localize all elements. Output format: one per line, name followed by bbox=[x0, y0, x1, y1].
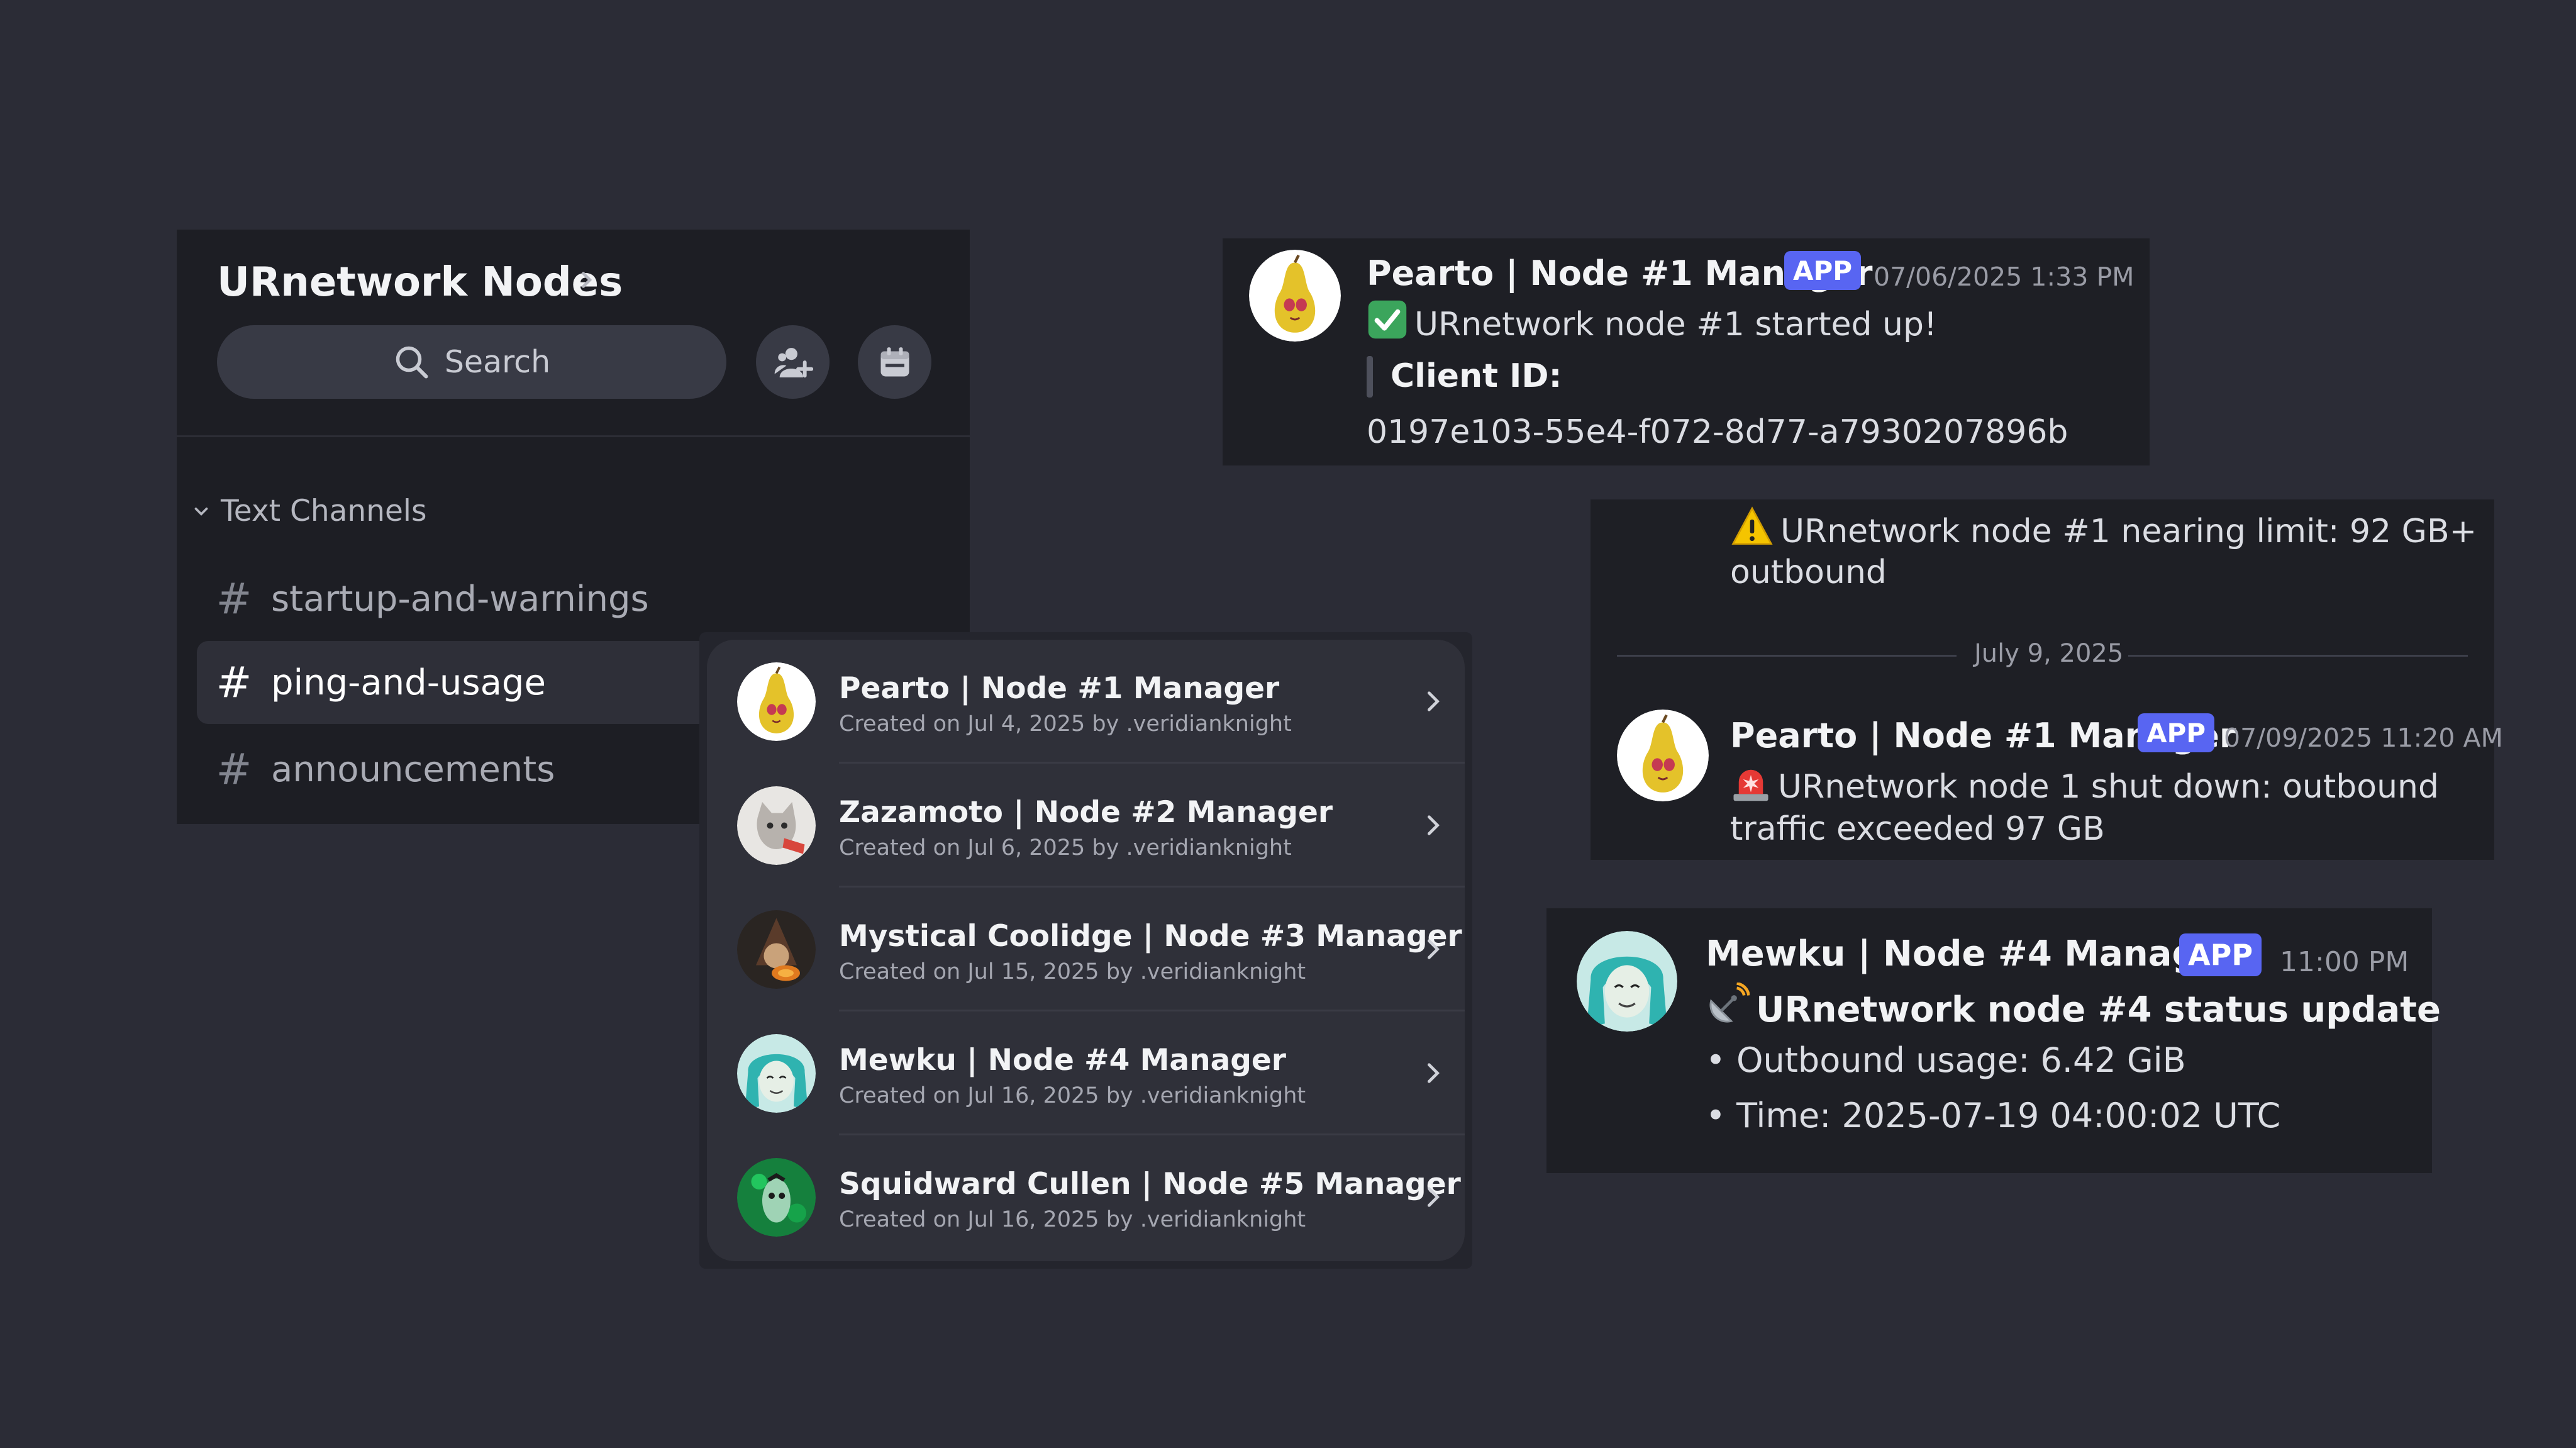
channel-startup-and-warnings[interactable]: # startup-and-warnings bbox=[197, 557, 970, 640]
quote-bar bbox=[1367, 356, 1373, 398]
bot-list: Pearto | Node #1 Manager Created on Jul … bbox=[707, 640, 1465, 1261]
list-item-bot[interactable]: Mewku | Node #4 Manager Created on Jul 1… bbox=[707, 1011, 1465, 1135]
message-timestamp: 07/09/2025 11:20 AM bbox=[2224, 723, 2503, 753]
list-item-bot[interactable]: Squidward Cullen | Node #5 Manager Creat… bbox=[707, 1135, 1465, 1259]
channel-name: startup-and-warnings bbox=[271, 578, 649, 620]
server-name[interactable]: URnetwork Nodes bbox=[217, 259, 623, 306]
teal-hair-avatar[interactable] bbox=[1577, 931, 1677, 1032]
invite-people-button[interactable] bbox=[756, 325, 830, 399]
satellite-antenna-icon bbox=[1709, 983, 1750, 1023]
list-item-bot[interactable]: Zazamoto | Node #2 Manager Created on Ju… bbox=[707, 764, 1465, 888]
warning-text: URnetwork node #1 nearing limit: 92 GB+ bbox=[1780, 513, 2477, 550]
chevron-right-icon bbox=[1428, 1063, 1440, 1083]
pear-avatar[interactable] bbox=[1249, 250, 1341, 342]
status-time: • Time: 2025-07-19 04:00:02 UTC bbox=[1706, 1096, 2281, 1135]
message-line: URnetwork node 1 shut down: outbound bbox=[1730, 761, 2439, 806]
pear-avatar[interactable] bbox=[1617, 710, 1709, 801]
app-badge: APP bbox=[2179, 933, 2262, 976]
search-label: Search bbox=[444, 344, 551, 380]
check-mark-icon bbox=[1368, 300, 1407, 339]
message-status-update: Mewku | Node #4 Manager APP 11:00 PM URn… bbox=[1546, 908, 2441, 1173]
search-icon bbox=[396, 346, 428, 378]
bot-name: Zazamoto | Node #2 Manager bbox=[839, 795, 1333, 830]
teal-hair-avatar bbox=[737, 1034, 816, 1113]
status-heading: URnetwork node #4 status update bbox=[1756, 989, 2441, 1030]
green-avatar bbox=[737, 1158, 816, 1237]
pear-avatar bbox=[737, 662, 816, 741]
app-badge: APP bbox=[2138, 713, 2215, 752]
message-heading: URnetwork node #4 status update bbox=[1706, 983, 2441, 1030]
message-timestamp: 11:00 PM bbox=[2280, 946, 2409, 978]
bot-name: Mystical Coolidge | Node #3 Manager bbox=[839, 919, 1462, 954]
chevron-right-icon bbox=[1428, 691, 1440, 711]
calendar-icon bbox=[880, 347, 909, 376]
siren-icon bbox=[1733, 769, 1768, 801]
date-divider-line bbox=[1617, 655, 1957, 657]
bot-created: Created on Jul 4, 2025 by .veridianknigh… bbox=[839, 711, 1292, 737]
events-button[interactable] bbox=[858, 325, 931, 399]
shutdown-text-cont: traffic exceeded 97 GB bbox=[1730, 810, 2105, 848]
shutdown-text: URnetwork node 1 shut down: outbound bbox=[1778, 768, 2439, 806]
category-text-channels[interactable]: Text Channels bbox=[191, 494, 426, 528]
hash-icon: # bbox=[216, 744, 252, 794]
app-badge: APP bbox=[1784, 251, 1862, 290]
message-line: URnetwork node #1 started up! bbox=[1367, 299, 1937, 343]
message-author[interactable]: Mewku | Node #4 Manager bbox=[1706, 933, 2238, 974]
bot-name: Mewku | Node #4 Manager bbox=[839, 1043, 1286, 1078]
add-user-icon bbox=[774, 347, 813, 377]
bot-created: Created on Jul 16, 2025 by .veridianknig… bbox=[839, 1083, 1306, 1108]
message-timestamp: 07/06/2025 1:33 PM bbox=[1874, 262, 2135, 292]
client-id-value: 0197e103-55e4-f072-8d77-a7930207896b bbox=[1367, 413, 2068, 451]
startup-text: URnetwork node #1 started up! bbox=[1414, 306, 1937, 343]
chevron-down-icon bbox=[194, 507, 208, 516]
chevron-right-icon bbox=[1428, 815, 1440, 835]
bot-created: Created on Jul 6, 2025 by .veridianknigh… bbox=[839, 835, 1292, 860]
cat-avatar bbox=[737, 786, 816, 865]
chevron-right-icon bbox=[1428, 939, 1440, 959]
channel-name: ping-and-usage bbox=[271, 662, 546, 703]
bot-created: Created on Jul 15, 2025 by .veridianknig… bbox=[839, 959, 1306, 984]
date-divider: July 9, 2025 bbox=[1974, 639, 2124, 668]
list-item-bot[interactable]: Pearto | Node #1 Manager Created on Jul … bbox=[707, 640, 1465, 764]
hash-icon: # bbox=[216, 574, 252, 624]
bot-created: Created on Jul 16, 2025 by .veridianknig… bbox=[839, 1207, 1306, 1232]
message-startup: Pearto | Node #1 Manager APP 07/06/2025 … bbox=[1223, 238, 2150, 465]
search-button[interactable]: Search bbox=[217, 325, 726, 399]
date-divider-line bbox=[2128, 655, 2468, 657]
message-warnings: URnetwork node #1 nearing limit: 92 GB+ … bbox=[1591, 499, 2503, 860]
bot-name: Squidward Cullen | Node #5 Manager bbox=[839, 1167, 1461, 1201]
chevron-right-icon[interactable] bbox=[575, 269, 597, 291]
channel-name: announcements bbox=[271, 749, 555, 790]
bot-name: Pearto | Node #1 Manager bbox=[839, 671, 1280, 706]
wizard-avatar bbox=[737, 910, 816, 989]
outbound-usage: • Outbound usage: 6.42 GiB bbox=[1706, 1040, 2186, 1080]
warning-icon bbox=[1731, 506, 1773, 545]
chevron-right-icon bbox=[1428, 1187, 1440, 1207]
warning-text-cont: outbound bbox=[1730, 554, 1887, 591]
bot-list-panel: Pearto | Node #1 Manager Created on Jul … bbox=[699, 632, 1472, 1269]
sidebar-divider bbox=[177, 435, 970, 437]
quote-label: Client ID: bbox=[1391, 357, 1562, 395]
list-item-bot[interactable]: Mystical Coolidge | Node #3 Manager Crea… bbox=[707, 888, 1465, 1011]
warning-line: URnetwork node #1 nearing limit: 92 GB+ bbox=[1730, 506, 2477, 550]
category-label: Text Channels bbox=[221, 494, 427, 528]
hash-icon: # bbox=[216, 657, 252, 708]
